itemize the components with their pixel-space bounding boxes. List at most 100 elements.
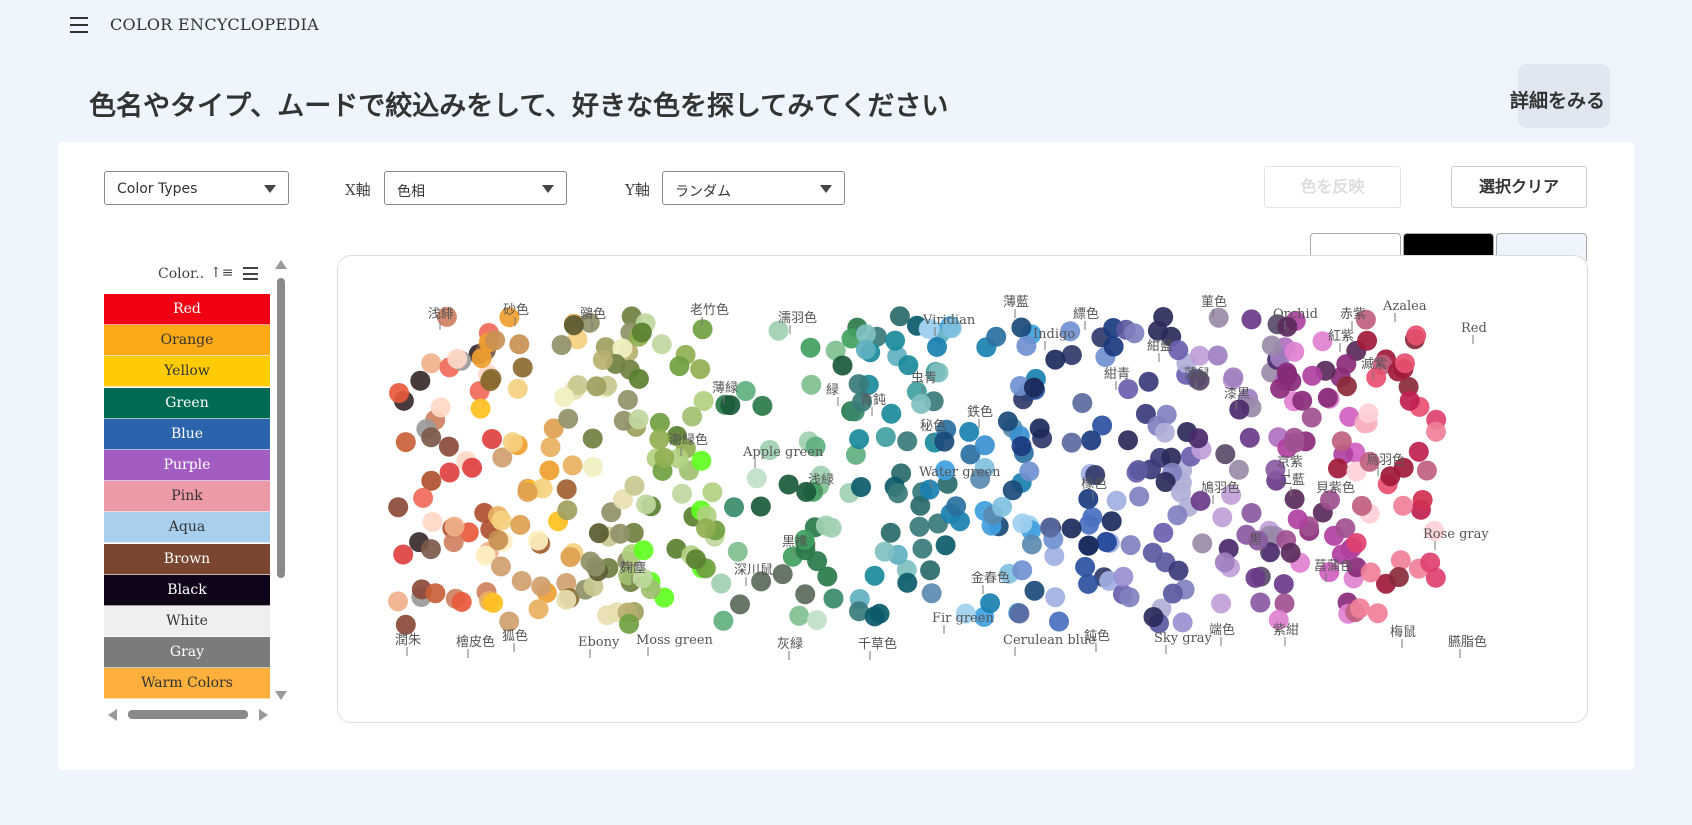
color-dot[interactable]	[451, 591, 472, 612]
color-dot[interactable]	[912, 538, 933, 559]
color-dot[interactable]	[631, 322, 652, 343]
color-category-item[interactable]: Warm Colors	[104, 668, 270, 700]
color-dot[interactable]	[897, 431, 918, 452]
color-dot[interactable]	[848, 374, 869, 395]
color-dot[interactable]	[388, 591, 408, 612]
color-dot[interactable]	[1097, 532, 1117, 553]
color-dot[interactable]	[1011, 436, 1032, 457]
color-category-item[interactable]: Blue	[104, 418, 270, 450]
color-dot[interactable]	[531, 576, 552, 597]
color-dot[interactable]	[439, 462, 460, 483]
color-dot[interactable]	[654, 447, 675, 468]
color-types-select[interactable]: Color Types	[104, 171, 289, 205]
color-dot[interactable]	[795, 584, 816, 605]
color-dot[interactable]	[1241, 503, 1262, 523]
color-dot[interactable]	[413, 487, 434, 508]
color-dot[interactable]	[1138, 371, 1159, 392]
color-dot[interactable]	[1408, 441, 1429, 462]
color-dot[interactable]	[750, 496, 771, 517]
color-dot[interactable]	[1331, 431, 1352, 452]
color-dot[interactable]	[447, 348, 468, 369]
color-dot[interactable]	[1250, 592, 1271, 613]
color-dot[interactable]	[730, 594, 750, 615]
color-dot[interactable]	[693, 391, 714, 411]
color-dot[interactable]	[746, 468, 767, 489]
color-dot[interactable]	[1113, 566, 1134, 587]
color-dot[interactable]	[1106, 490, 1127, 511]
color-dot[interactable]	[1188, 428, 1209, 449]
color-dot[interactable]	[1023, 377, 1044, 398]
color-category-item[interactable]: Green	[104, 387, 270, 419]
color-dot[interactable]	[1162, 583, 1183, 604]
scroll-left-icon[interactable]	[108, 709, 117, 721]
color-dot[interactable]	[851, 477, 871, 497]
color-dot[interactable]	[636, 494, 656, 515]
list-menu-icon[interactable]	[243, 267, 258, 280]
color-dot[interactable]	[1118, 379, 1139, 400]
clear-selection-button[interactable]: 選択クリア	[1451, 166, 1587, 208]
color-category-item[interactable]: Purple	[104, 449, 270, 481]
color-dot[interactable]	[1024, 580, 1045, 601]
color-dot[interactable]	[1399, 390, 1420, 411]
color-dot[interactable]	[711, 573, 732, 594]
color-dot[interactable]	[752, 395, 773, 416]
color-dot[interactable]	[997, 411, 1018, 432]
color-dot[interactable]	[807, 551, 828, 572]
color-dot[interactable]	[586, 376, 607, 397]
color-category-item[interactable]: Pink	[104, 481, 270, 513]
color-dot[interactable]	[1395, 353, 1415, 374]
color-dot[interactable]	[1124, 323, 1145, 344]
color-dot[interactable]	[880, 522, 901, 543]
color-dot[interactable]	[1223, 367, 1244, 388]
color-dot[interactable]	[1388, 567, 1409, 587]
color-dot[interactable]	[669, 356, 690, 377]
color-dot[interactable]	[512, 357, 533, 378]
color-dot[interactable]	[1009, 603, 1030, 624]
color-dot[interactable]	[430, 397, 451, 418]
color-dot[interactable]	[874, 541, 895, 562]
menu-icon[interactable]	[70, 17, 88, 33]
color-dot[interactable]	[1420, 552, 1441, 573]
color-dot[interactable]	[633, 540, 654, 561]
color-dot[interactable]	[462, 457, 483, 478]
color-dot[interactable]	[887, 483, 908, 504]
color-dot[interactable]	[1351, 495, 1372, 516]
color-scatter-plot[interactable]: 浅緋 砂色 鶸色 老竹色 濡羽色 Viridian 薄藍 縹色 菫色 Orchid Azalea 赤紫…	[337, 255, 1588, 723]
color-dot[interactable]	[511, 571, 532, 591]
color-dot[interactable]	[597, 605, 618, 626]
color-dot[interactable]	[480, 371, 501, 392]
color-dot[interactable]	[1072, 393, 1093, 413]
color-dot[interactable]	[1317, 387, 1338, 408]
color-dot[interactable]	[1211, 593, 1232, 614]
color-category-item[interactable]: Brown	[104, 543, 270, 575]
color-dot[interactable]	[1128, 460, 1149, 480]
color-dot[interactable]	[1412, 490, 1433, 510]
color-dot[interactable]	[1301, 407, 1322, 428]
color-dot[interactable]	[1357, 330, 1378, 351]
color-dot[interactable]	[649, 429, 670, 450]
color-dot[interactable]	[395, 614, 416, 635]
color-dot[interactable]	[1049, 611, 1069, 632]
color-dot[interactable]	[727, 541, 748, 562]
color-dot[interactable]	[919, 479, 940, 500]
color-dot[interactable]	[421, 427, 442, 448]
color-dot[interactable]	[801, 374, 822, 395]
color-dot[interactable]	[592, 349, 613, 370]
color-dot[interactable]	[1426, 421, 1446, 442]
color-dot[interactable]	[1336, 354, 1357, 375]
color-dot[interactable]	[1284, 341, 1305, 362]
sort-icon[interactable]: ↑≡	[210, 265, 233, 281]
color-dot[interactable]	[485, 330, 506, 351]
color-dot[interactable]	[1147, 320, 1168, 341]
color-dot[interactable]	[772, 564, 793, 585]
color-dot[interactable]	[389, 383, 409, 403]
color-dot[interactable]	[909, 516, 930, 537]
color-dot[interactable]	[421, 353, 442, 374]
color-dot[interactable]	[1328, 458, 1348, 479]
color-dot[interactable]	[921, 583, 942, 604]
color-dot[interactable]	[1261, 335, 1282, 356]
color-dot[interactable]	[1380, 466, 1401, 487]
color-dot[interactable]	[470, 398, 491, 419]
color-dot[interactable]	[1075, 556, 1096, 577]
color-dot[interactable]	[502, 432, 523, 453]
